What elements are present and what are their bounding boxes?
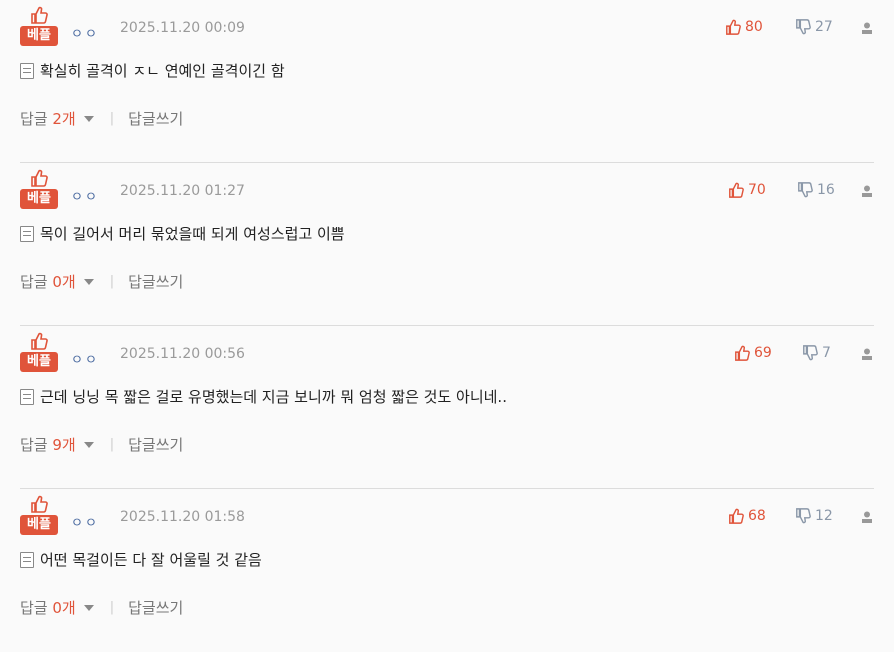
thumbs-up-icon	[31, 495, 48, 513]
best-badge-label: 베플	[20, 26, 58, 46]
comment-body: 어떤 목걸이든 다 잘 어울릴 것 같음	[20, 549, 262, 570]
thumbs-up-icon	[31, 169, 48, 187]
like-button[interactable]: 80	[725, 19, 763, 35]
reply-toggle[interactable]: 답글 0개	[20, 597, 76, 618]
like-button[interactable]: 69	[734, 345, 772, 361]
report-user-icon[interactable]	[860, 184, 874, 198]
dislike-count: 7	[822, 345, 831, 361]
report-user-icon[interactable]	[860, 510, 874, 524]
divider: |	[109, 274, 115, 289]
dislike-count: 16	[817, 182, 835, 198]
dislike-count: 27	[815, 19, 833, 35]
comment-item: 베플 ㅇㅇ 2025.11.20 01:27 70 16 목이 길어서 머리 묶…	[20, 163, 874, 326]
comment-list: 베플 ㅇㅇ 2025.11.20 00:09 80 27 확실히 골격이 ㅈㄴ …	[0, 0, 894, 652]
dislike-button[interactable]: 12	[795, 508, 833, 524]
best-badge-label: 베플	[20, 352, 58, 372]
best-badge-label: 베플	[20, 189, 58, 209]
caret-down-icon[interactable]	[83, 604, 94, 611]
thumbs-up-icon	[729, 508, 744, 524]
reply-count: 2개	[52, 110, 76, 128]
comment-item: 베플 ㅇㅇ 2025.11.20 01:58 68 12 어떤 목걸이든 다 잘…	[20, 489, 874, 652]
divider: |	[109, 437, 115, 452]
write-reply-button[interactable]: 답글쓰기	[128, 434, 183, 455]
like-count: 69	[754, 345, 772, 361]
best-badge-label: 베플	[20, 515, 58, 535]
divider: |	[109, 111, 115, 126]
reply-label: 답글	[20, 599, 48, 617]
nickname[interactable]: ㅇㅇ	[71, 186, 99, 205]
reply-toggle[interactable]: 답글 0개	[20, 271, 76, 292]
divider: |	[109, 600, 115, 615]
reply-label: 답글	[20, 273, 48, 291]
reply-label: 답글	[20, 110, 48, 128]
thumbs-up-icon	[31, 332, 48, 350]
reply-count: 0개	[52, 599, 76, 617]
like-button[interactable]: 70	[728, 182, 766, 198]
dislike-button[interactable]: 27	[795, 19, 833, 35]
reply-label: 답글	[20, 436, 48, 454]
write-reply-button[interactable]: 답글쓰기	[128, 597, 183, 618]
comment-date: 2025.11.20 00:56	[120, 346, 245, 362]
thumbs-up-icon	[729, 182, 744, 198]
document-icon	[20, 225, 34, 242]
like-count: 80	[745, 19, 763, 35]
comment-text: 근데 닝닝 목 짧은 걸로 유명했는데 지금 보니까 뭐 엄청 짧은 것도 아니…	[40, 388, 507, 406]
thumbs-up-icon	[726, 19, 741, 35]
thumbs-down-icon	[796, 19, 811, 35]
thumbs-up-icon	[735, 345, 750, 361]
nickname[interactable]: ㅇㅇ	[71, 512, 99, 531]
like-count: 68	[748, 508, 766, 524]
comment-date: 2025.11.20 01:58	[120, 509, 245, 525]
comment-footer: 답글 9개 | 답글쓰기	[20, 434, 183, 455]
dislike-button[interactable]: 16	[797, 182, 835, 198]
comment-item: 베플 ㅇㅇ 2025.11.20 00:56 69 7 근데 닝닝 목 짧은 걸…	[20, 326, 874, 489]
comment-footer: 답글 0개 | 답글쓰기	[20, 271, 183, 292]
reply-count: 0개	[52, 273, 76, 291]
write-reply-button[interactable]: 답글쓰기	[128, 271, 183, 292]
dislike-count: 12	[815, 508, 833, 524]
like-button[interactable]: 68	[728, 508, 766, 524]
nickname[interactable]: ㅇㅇ	[71, 23, 99, 42]
reply-count: 9개	[52, 436, 76, 454]
thumbs-down-icon	[803, 345, 818, 361]
comment-text: 어떤 목걸이든 다 잘 어울릴 것 같음	[40, 551, 262, 569]
comment-text: 확실히 골격이 ㅈㄴ 연예인 골격이긴 함	[40, 62, 285, 80]
report-user-icon[interactable]	[860, 347, 874, 361]
nickname[interactable]: ㅇㅇ	[71, 349, 99, 368]
comment-body: 근데 닝닝 목 짧은 걸로 유명했는데 지금 보니까 뭐 엄청 짧은 것도 아니…	[20, 386, 507, 407]
comment-body: 확실히 골격이 ㅈㄴ 연예인 골격이긴 함	[20, 60, 285, 81]
thumbs-down-icon	[796, 508, 811, 524]
comment-item: 베플 ㅇㅇ 2025.11.20 00:09 80 27 확실히 골격이 ㅈㄴ …	[20, 0, 874, 163]
report-user-icon[interactable]	[860, 21, 874, 35]
document-icon	[20, 62, 34, 79]
document-icon	[20, 388, 34, 405]
comment-text: 목이 길어서 머리 묶었을때 되게 여성스럽고 이쁨	[40, 225, 345, 243]
thumbs-up-icon	[31, 6, 48, 24]
comment-footer: 답글 0개 | 답글쓰기	[20, 597, 183, 618]
comment-date: 2025.11.20 01:27	[120, 183, 245, 199]
caret-down-icon[interactable]	[83, 278, 94, 285]
document-icon	[20, 551, 34, 568]
thumbs-down-icon	[798, 182, 813, 198]
caret-down-icon[interactable]	[83, 115, 94, 122]
reply-toggle[interactable]: 답글 2개	[20, 108, 76, 129]
write-reply-button[interactable]: 답글쓰기	[128, 108, 183, 129]
comment-body: 목이 길어서 머리 묶었을때 되게 여성스럽고 이쁨	[20, 223, 345, 244]
reply-toggle[interactable]: 답글 9개	[20, 434, 76, 455]
like-count: 70	[748, 182, 766, 198]
comment-date: 2025.11.20 00:09	[120, 20, 245, 36]
caret-down-icon[interactable]	[83, 441, 94, 448]
dislike-button[interactable]: 7	[802, 345, 831, 361]
comment-footer: 답글 2개 | 답글쓰기	[20, 108, 183, 129]
